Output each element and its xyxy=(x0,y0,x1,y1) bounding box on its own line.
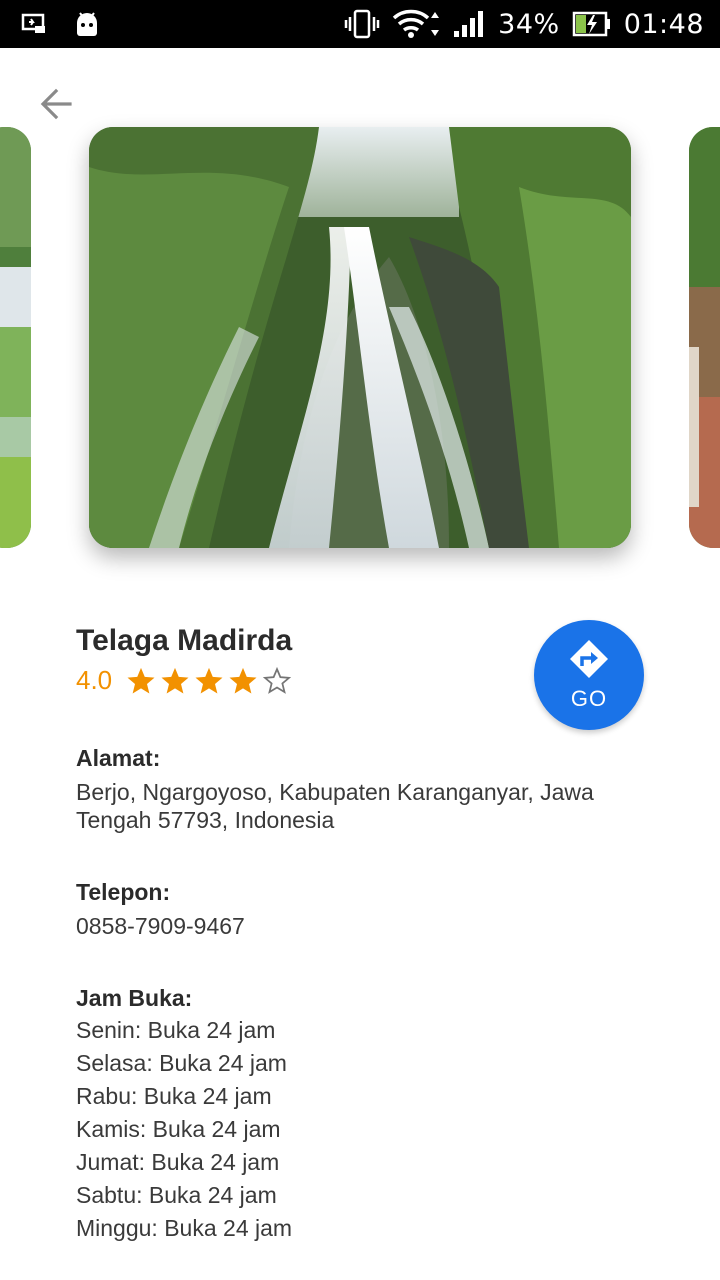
hours-thursday: Kamis: Buka 24 jam xyxy=(76,1116,281,1142)
place-photo-next xyxy=(689,127,720,548)
clock: 01:48 xyxy=(623,8,704,40)
back-arrow-icon xyxy=(40,88,72,120)
hours-tuesday: Selasa: Buka 24 jam xyxy=(76,1050,287,1076)
phone-section: Telepon: 0858-7909-9467 xyxy=(76,879,676,940)
hours-sunday: Minggu: Buka 24 jam xyxy=(76,1215,293,1241)
screen-cast-icon xyxy=(20,10,48,38)
star-icon xyxy=(195,667,223,693)
android-icon xyxy=(74,10,100,38)
address-line-2: Tengah 57793, Indonesia xyxy=(76,807,335,833)
address-label: Alamat: xyxy=(76,745,161,771)
back-button[interactable] xyxy=(34,82,78,126)
hours-saturday: Sabtu: Buka 24 jam xyxy=(76,1182,277,1208)
hours-section: Jam Buka: Senin: Buka 24 jam Selasa: Buk… xyxy=(76,985,676,1245)
star-icon xyxy=(161,667,189,693)
star-outline-icon xyxy=(262,666,292,694)
go-label: GO xyxy=(570,686,608,711)
wifi-icon xyxy=(392,9,440,39)
star-icon xyxy=(229,667,257,693)
rating-row: 4.0 xyxy=(76,665,292,696)
carousel-card-previous[interactable] xyxy=(0,127,31,548)
hours-friday: Jumat: Buka 24 jam xyxy=(76,1149,280,1175)
place-title: Telaga Madirda xyxy=(76,624,293,657)
place-photo-previous xyxy=(0,127,31,548)
battery-charging-icon xyxy=(572,10,612,38)
star-icon xyxy=(127,667,155,693)
hours-wednesday: Rabu: Buka 24 jam xyxy=(76,1083,272,1109)
phone-label: Telepon: xyxy=(76,879,171,905)
battery-percent: 34% xyxy=(498,8,560,40)
status-bar: 34% 01:48 xyxy=(0,0,720,48)
address-line-1: Berjo, Ngargoyoso, Kabupaten Karanganyar… xyxy=(76,779,594,805)
signal-icon xyxy=(452,9,486,39)
place-photo-waterfall xyxy=(89,127,631,548)
directions-icon xyxy=(570,640,608,678)
carousel-card-next[interactable] xyxy=(689,127,720,548)
hours-label: Jam Buka: xyxy=(76,985,193,1011)
carousel-card-current[interactable] xyxy=(89,127,631,548)
rating-stars xyxy=(126,666,292,696)
phone-number[interactable]: 0858-7909-9467 xyxy=(76,912,676,940)
hours-monday: Senin: Buka 24 jam xyxy=(76,1017,276,1043)
rating-value: 4.0 xyxy=(76,665,113,695)
vibrate-icon xyxy=(344,9,380,39)
address-section: Alamat: Berjo, Ngargoyoso, Kabupaten Kar… xyxy=(76,745,676,834)
go-directions-button[interactable]: GO xyxy=(534,620,644,730)
